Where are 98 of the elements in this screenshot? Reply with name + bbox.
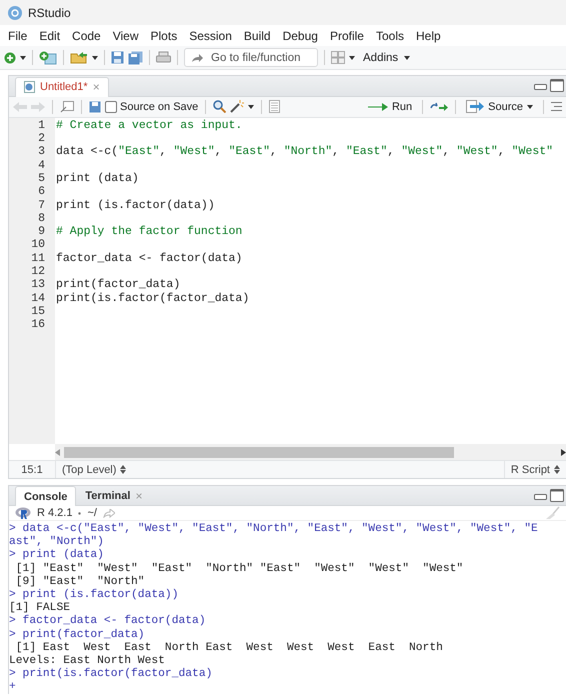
line-number: 2 xyxy=(37,132,45,146)
line-number: 9 xyxy=(37,225,45,238)
arrow-icon xyxy=(191,52,203,62)
updown-icon xyxy=(554,465,560,474)
console-output-line: Levels: East North West xyxy=(9,655,166,668)
line-number: 16 xyxy=(30,318,45,332)
go-to-file-field[interactable]: Go to file/function xyxy=(184,48,318,67)
menu-item[interactable]: Session xyxy=(183,26,238,44)
minimize-pane-icon[interactable] xyxy=(534,82,547,90)
menu-item[interactable]: Edit xyxy=(33,26,66,44)
save-icon[interactable] xyxy=(89,100,101,113)
magic-wand-icon[interactable] xyxy=(230,100,244,114)
caret-icon xyxy=(404,56,410,60)
line-number: 3 xyxy=(37,145,45,159)
minimize-pane-icon[interactable] xyxy=(534,492,547,500)
line-number: 10 xyxy=(30,238,45,252)
tab[interactable]: Console xyxy=(15,486,76,506)
line-number: 14 xyxy=(30,292,45,305)
line-number: 12 xyxy=(30,265,45,278)
menu-item[interactable]: File xyxy=(2,26,34,44)
tab[interactable]: Untitled1* × xyxy=(15,76,109,97)
code-line: # Create a vector as input. xyxy=(56,118,244,132)
r-logo-icon xyxy=(15,507,31,519)
checkbox-label: Source on Save xyxy=(120,100,198,113)
show-in-window-icon[interactable] xyxy=(60,100,74,113)
code-line: print(is.factor(factor_data) xyxy=(56,292,250,305)
caret-icon[interactable] xyxy=(248,104,254,109)
scrollbar-thumb[interactable] xyxy=(64,446,454,458)
console-input-line: ast", "North") xyxy=(9,536,105,548)
caret-icon xyxy=(527,104,533,109)
menu-lines-icon[interactable] xyxy=(551,102,562,112)
line-number: 13 xyxy=(30,278,45,292)
menu-item[interactable]: Plots xyxy=(144,26,184,44)
printer-icon[interactable] xyxy=(156,51,171,64)
updown-icon xyxy=(120,465,126,474)
menu-item[interactable]: Code xyxy=(66,26,107,44)
rerun-icon[interactable] xyxy=(430,102,448,112)
code-line: print (data) xyxy=(56,172,140,186)
line-number: 4 xyxy=(37,158,45,172)
console-output-line: [9] "East" "North" xyxy=(14,576,146,588)
addins-button[interactable]: Addins xyxy=(359,52,414,64)
menu-item[interactable]: View xyxy=(106,26,145,44)
tab[interactable]: Terminal × xyxy=(76,486,152,505)
line-number: 8 xyxy=(37,212,45,226)
console-input-line: > factor_data <- factor(data) xyxy=(9,615,207,628)
save-all-icon[interactable] xyxy=(128,50,143,64)
code-line: data <-c("East", "West", "East", "North", "East", "West", "West", "West" xyxy=(56,145,554,159)
line-number: 5 xyxy=(37,172,45,186)
console-input-line: > print (is.factor(data)) xyxy=(9,589,180,602)
line-number: 7 xyxy=(37,198,45,212)
save-icon[interactable] xyxy=(111,51,124,64)
file-type-selector[interactable]: R Script xyxy=(504,461,566,478)
scroll-left-icon[interactable] xyxy=(55,448,60,456)
working-directory: ~/ xyxy=(87,507,97,519)
console-input-line: > print(is.factor(factor_data) xyxy=(9,668,214,682)
new-file-plus-icon[interactable] xyxy=(4,52,16,64)
menu-item[interactable]: Debug xyxy=(276,26,324,44)
menu-item[interactable]: Build xyxy=(238,26,277,44)
share-arrow-icon[interactable] xyxy=(102,508,115,518)
arrow-icon xyxy=(368,102,388,111)
app-logo-icon xyxy=(8,6,22,20)
code-line: print(factor_data) xyxy=(56,278,182,292)
window-title: RStudio xyxy=(28,6,71,20)
console-output-line: [1] FALSE xyxy=(9,602,72,614)
code-line: print (is.factor(data)) xyxy=(56,198,216,212)
line-number: 1 xyxy=(37,118,45,132)
list-icon[interactable] xyxy=(269,100,280,114)
console-input-line: + xyxy=(9,681,17,694)
caret-icon[interactable] xyxy=(92,56,98,60)
search-icon[interactable] xyxy=(213,100,226,114)
new-project-icon[interactable] xyxy=(39,50,57,64)
maximize-pane-icon[interactable] xyxy=(550,79,564,92)
r-version: R 4.2.1 xyxy=(37,507,72,519)
code-line: factor_data <- factor(data) xyxy=(56,252,244,266)
console-input-line: > print(factor_data) xyxy=(9,628,146,642)
cursor-position: 15:1 xyxy=(9,461,56,478)
console-input-line: > data <-c("East", "West", "East", "North", "East", "West", "West", "West", "E xyxy=(9,523,539,536)
source-button[interactable]: Source xyxy=(463,100,536,114)
script-file-icon xyxy=(24,81,35,94)
line-number: 6 xyxy=(37,185,45,199)
console-input-line: > print (data) xyxy=(9,549,105,562)
code-line: # Apply the factor function xyxy=(56,225,244,238)
menu-item[interactable]: Profile xyxy=(324,26,370,44)
line-number: 11 xyxy=(30,252,45,266)
console-output-line: [1] "East" "West" "East" "North" "East" "West" "West" "West" xyxy=(14,562,464,576)
scroll-right-icon[interactable] xyxy=(561,448,566,456)
menu-item[interactable]: Help xyxy=(410,26,447,44)
line-number: 15 xyxy=(30,304,45,318)
menu-item[interactable]: Tools xyxy=(370,26,410,44)
run-button[interactable]: Run xyxy=(364,100,416,113)
source-arrow-icon xyxy=(466,100,484,114)
checkbox[interactable] xyxy=(105,100,117,113)
maximize-pane-icon[interactable] xyxy=(550,489,564,502)
console-output-line: [1] East West East North East West West West East North xyxy=(14,642,444,654)
caret-icon[interactable] xyxy=(349,56,355,60)
scope-selector[interactable]: (Top Level) xyxy=(56,461,132,478)
caret-icon[interactable] xyxy=(20,56,26,60)
dot-icon xyxy=(78,512,82,514)
